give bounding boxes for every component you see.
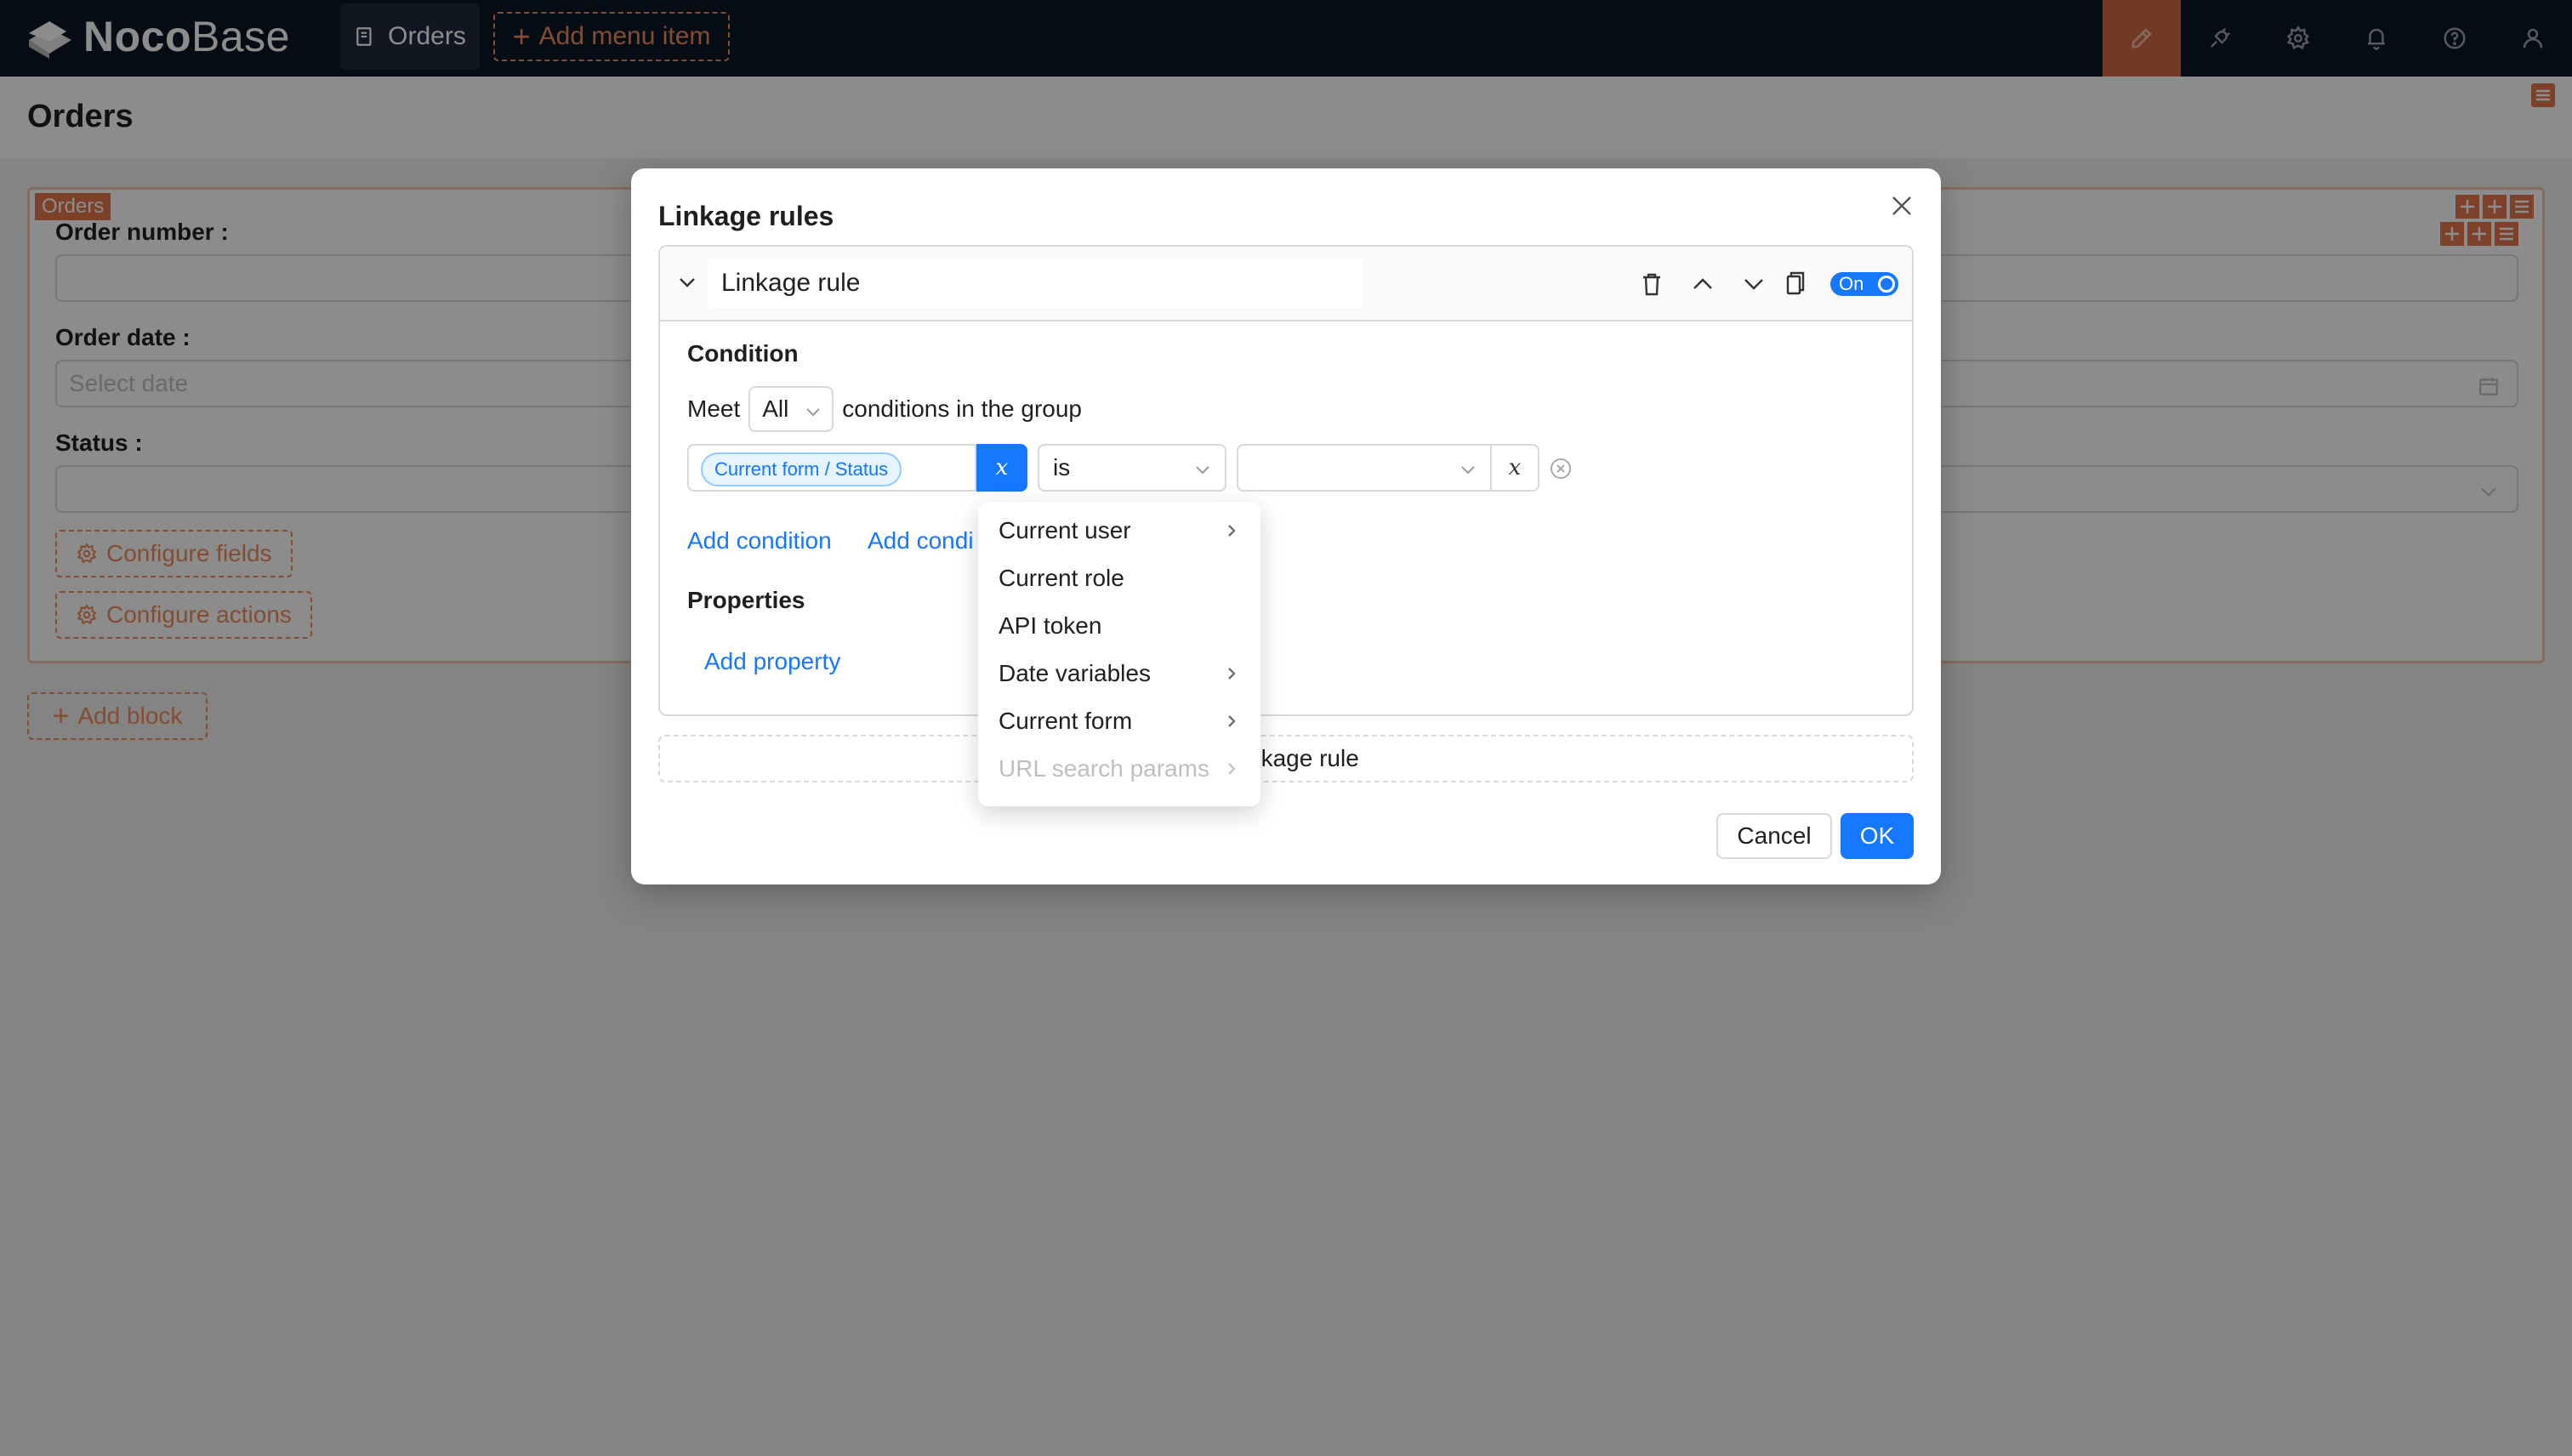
chevron-right-icon [1228, 525, 1236, 537]
rule-enabled-switch[interactable]: On [1830, 272, 1898, 296]
copy-icon [1786, 271, 1805, 295]
close-circle-icon [1551, 458, 1571, 479]
copy-rule-button[interactable] [1779, 269, 1810, 299]
chevron-down-icon [1196, 466, 1209, 475]
add-condition-link[interactable]: Add condition [687, 527, 832, 555]
rule-header: Linkage rule On [660, 247, 1912, 321]
variable-tag: Current form / Status [701, 452, 902, 486]
meet-logic-select[interactable]: All [748, 386, 834, 432]
chevron-right-icon [1228, 715, 1236, 727]
menu-item-api-token[interactable]: API token [978, 602, 1260, 650]
delete-rule-button[interactable] [1636, 269, 1667, 299]
menu-item-url-search-params: URL search params [978, 745, 1260, 793]
chevron-right-icon [1228, 668, 1236, 680]
remove-condition-button[interactable] [1548, 456, 1573, 481]
rule-name-input[interactable]: Linkage rule [708, 259, 1363, 308]
condition-value-select[interactable] [1237, 444, 1492, 492]
value-variable-button[interactable]: x [1490, 444, 1539, 492]
add-linkage-rule-button[interactable]: + linkage rule [658, 735, 1914, 782]
linkage-rule-panel: Linkage rule On Condition Meet All condi… [658, 245, 1914, 716]
condition-heading: Condition [687, 340, 799, 367]
menu-item-current-user[interactable]: Current user [978, 507, 1260, 555]
navbar-backdrop [0, 0, 2572, 77]
close-button[interactable] [1885, 189, 1919, 223]
cancel-button[interactable]: Cancel [1716, 813, 1832, 859]
menu-item-date-variables[interactable]: Date variables [978, 650, 1260, 697]
close-icon [1892, 196, 1911, 215]
chevron-down-icon [680, 278, 695, 287]
variable-cascader-menu: Current user Current role API token Date… [978, 502, 1260, 806]
menu-item-current-form[interactable]: Current form [978, 697, 1260, 745]
chevron-down-icon [1744, 279, 1763, 290]
properties-heading: Properties [687, 587, 805, 613]
switch-knob [1878, 276, 1895, 293]
meet-row: Meet All conditions in the group [687, 386, 1082, 432]
menu-item-current-role[interactable]: Current role [978, 555, 1260, 602]
variable-picker-button[interactable]: x [976, 444, 1027, 492]
modal-title: Linkage rules [658, 201, 834, 231]
add-condition-group-link[interactable]: Add condi [868, 527, 974, 555]
chevron-right-icon [1228, 763, 1236, 775]
trash-icon [1643, 273, 1660, 296]
condition-row: Current form / Status x is x [687, 444, 1623, 492]
move-down-button[interactable] [1738, 269, 1769, 299]
add-property-link[interactable]: Add property [704, 648, 840, 675]
chevron-down-icon [806, 408, 820, 417]
collapse-toggle[interactable] [675, 270, 699, 294]
chevron-up-icon [1693, 278, 1712, 289]
ok-button[interactable]: OK [1841, 813, 1914, 859]
move-up-button[interactable] [1687, 269, 1718, 299]
linkage-rules-modal: Linkage rules Linkage rule On Condition … [631, 168, 1941, 884]
rule-actions: On [1616, 265, 1898, 303]
condition-field-input[interactable]: Current form / Status [687, 444, 976, 492]
chevron-down-icon [1461, 466, 1475, 475]
operator-select[interactable]: is [1038, 444, 1226, 492]
